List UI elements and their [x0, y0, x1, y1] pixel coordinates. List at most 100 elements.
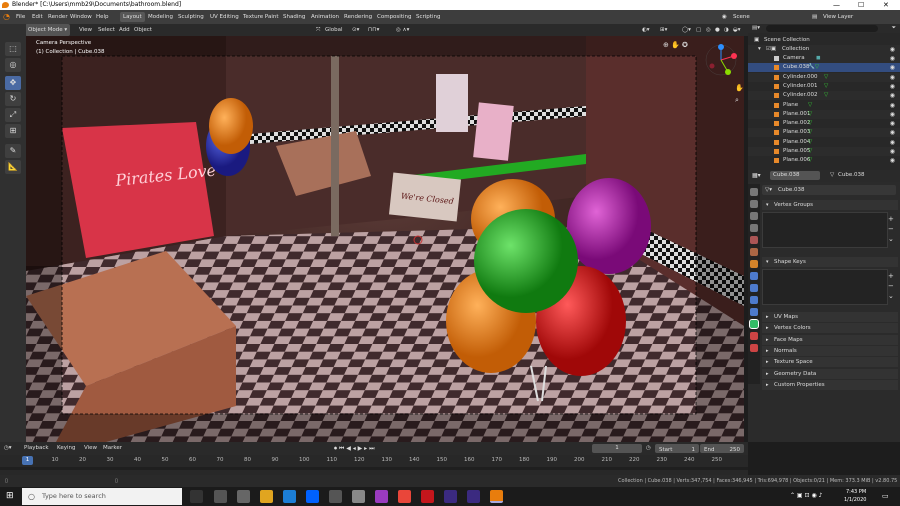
windows-start-icon[interactable]: ⊞ — [6, 491, 14, 501]
eye-icon[interactable]: ◉ — [890, 138, 895, 147]
gizmo-icon[interactable]: ⊞▾ — [660, 24, 667, 36]
scene-name[interactable]: Scene — [733, 10, 750, 24]
transform-tool-icon[interactable]: ⊞ — [5, 124, 21, 138]
eye-icon[interactable]: ◉ — [890, 128, 895, 137]
menu-edit[interactable]: Edit — [32, 10, 43, 24]
property-panel[interactable]: ▸ UV Maps — [762, 312, 898, 322]
close-button[interactable]: ✕ — [883, 0, 889, 10]
expand-icon[interactable]: ▾ — [758, 45, 761, 54]
tab-animation[interactable]: Animation — [308, 10, 342, 24]
tab-modeling[interactable]: Modeling — [145, 10, 176, 24]
tab-texture-paint[interactable]: Texture Paint — [240, 10, 282, 24]
shape-keys-list[interactable] — [762, 269, 888, 305]
playback-controls[interactable]: ⏺ ⏮ ◀ ◂ ▶ ▸ ⏭ — [334, 442, 375, 455]
minimize-button[interactable]: — — [833, 0, 840, 10]
outliner-editor-icon[interactable]: ▤▾ — [752, 24, 760, 33]
property-panel[interactable]: ▸ Normals — [762, 345, 898, 356]
eye-icon[interactable]: ◉ — [890, 101, 895, 110]
outliner-item[interactable]: Plane.005 ▽ ◉ — [748, 147, 900, 156]
physics-tab-icon[interactable] — [750, 296, 758, 304]
eye-icon[interactable]: ◉ — [890, 91, 895, 100]
menu-add[interactable]: Add — [119, 24, 130, 36]
eye-icon[interactable]: ◉ — [890, 54, 895, 63]
modifier-tab-icon[interactable] — [750, 272, 758, 280]
tool-tab-icon[interactable] — [750, 188, 758, 196]
mesh-data-icon[interactable]: 🔧▽ — [808, 63, 819, 72]
file-explorer-icon[interactable] — [260, 490, 273, 503]
premiere-icon[interactable] — [375, 490, 388, 503]
eye-icon[interactable]: ◉ — [890, 73, 895, 82]
vg-add-remove[interactable]: + − ⌄ — [888, 214, 894, 244]
app-icon-2[interactable] — [237, 490, 250, 503]
property-panel[interactable]: ▸ Custom Properties — [762, 379, 898, 390]
tab-scripting[interactable]: Scripting — [413, 10, 443, 24]
material-tab-icon[interactable] — [750, 332, 758, 340]
mesh-data-icon[interactable]: ▽ — [808, 119, 812, 128]
panel-shape-keys[interactable]: ▾ Shape Keys — [762, 257, 898, 267]
xray-icon[interactable]: ▢ — [696, 24, 701, 36]
edge-icon[interactable] — [283, 490, 296, 503]
after-effects-icon[interactable] — [444, 490, 457, 503]
mesh-data-icon[interactable]: ▽ — [808, 110, 812, 119]
start-frame-field[interactable]: Start 1 — [655, 444, 699, 453]
outliner-item[interactable]: Plane.004 ▽ ◉ — [748, 138, 900, 147]
app-icon-4[interactable] — [421, 490, 434, 503]
property-panel[interactable]: ▸ Texture Space — [762, 357, 898, 368]
mesh-data-icon[interactable]: ▽ — [824, 73, 828, 82]
outliner-item[interactable]: Cylinder.000 ▽ ◉ — [748, 72, 900, 82]
menu-view[interactable]: View — [79, 24, 92, 36]
view-layer-tab-icon[interactable] — [750, 224, 758, 232]
output-tab-icon[interactable] — [750, 212, 758, 220]
property-panel[interactable]: ▸ Face Maps — [762, 334, 898, 345]
sk-add-remove[interactable]: + − ⌄ — [888, 271, 894, 301]
shading-solid-icon[interactable]: ● — [715, 24, 720, 36]
outliner-item[interactable]: Plane.003 ▽ ◉ — [748, 128, 900, 138]
panel-vertex-groups[interactable]: ▾ Vertex Groups — [762, 200, 898, 210]
move-tool-icon[interactable]: ✥ — [5, 76, 21, 90]
tab-layout[interactable]: Layout — [120, 12, 145, 22]
clock-icon[interactable]: ◷ — [646, 442, 651, 455]
outliner-collection[interactable]: ▾ ☑▣ Collection ◉ — [748, 45, 900, 54]
properties-editor-icon[interactable]: ▦▾ — [752, 172, 761, 179]
menu-render[interactable]: Render — [48, 10, 68, 24]
scale-tool-icon[interactable]: ⤢ — [5, 108, 21, 122]
render-tab-icon[interactable] — [750, 200, 758, 208]
outliner-search-input[interactable] — [766, 25, 878, 32]
mode-dropdown[interactable]: Object Mode ▾ — [25, 24, 71, 36]
eye-icon[interactable]: ◉ — [890, 156, 895, 165]
end-frame-field[interactable]: End 250 — [700, 444, 744, 453]
proportional-edit-icon[interactable]: ◎ ∧▾ — [396, 24, 409, 36]
tab-rendering[interactable]: Rendering — [341, 10, 375, 24]
outliner-item[interactable]: Plane.002 ▽ ◉ — [748, 119, 900, 128]
menu-view-timeline[interactable]: View — [84, 442, 97, 455]
data-block-selector[interactable]: ▽▾ Cube.038 — [762, 185, 896, 195]
after-effects-icon-2[interactable] — [467, 490, 480, 503]
mesh-data-icon[interactable]: ▽ — [824, 82, 828, 91]
blender-menu-icon[interactable]: ◔ — [3, 10, 10, 24]
mesh-data-icon[interactable]: ▽ — [808, 101, 812, 110]
outliner-item[interactable]: Camera ◼ ◉ — [748, 54, 900, 63]
world-tab-icon[interactable] — [750, 248, 758, 256]
constraints-tab-icon[interactable] — [750, 308, 758, 316]
eye-icon[interactable]: ◉ — [890, 110, 895, 119]
menu-object[interactable]: Object — [134, 24, 152, 36]
task-view-icon[interactable] — [190, 490, 203, 503]
orientation-dropdown[interactable]: Global — [325, 24, 343, 36]
menu-select[interactable]: Select — [98, 24, 115, 36]
outliner-item[interactable]: Plane ▽ ◉ — [748, 101, 900, 110]
property-panel[interactable]: ▸ Vertex Colors — [762, 323, 898, 334]
timeline-editor-icon[interactable]: ◷▾ — [4, 442, 12, 455]
app-icon-3[interactable] — [352, 490, 365, 503]
camera-data-icon[interactable]: ◼ — [816, 54, 821, 63]
property-panel[interactable]: ▸ Geometry Data — [762, 368, 898, 379]
object-tab-icon[interactable] — [750, 260, 758, 268]
rotate-tool-icon[interactable]: ↻ — [5, 92, 21, 106]
maximize-button[interactable]: ☐ — [858, 0, 864, 10]
app-icon-1[interactable] — [214, 490, 227, 503]
snap-icon[interactable]: ⊓⊓▾ — [368, 24, 379, 36]
menu-file[interactable]: File — [16, 10, 25, 24]
mesh-data-icon[interactable]: ▽ — [824, 91, 828, 100]
3d-viewport[interactable]: Pirates Love We're Closed — [26, 36, 744, 442]
playhead[interactable]: 1 — [22, 456, 33, 465]
tab-shading[interactable]: Shading — [280, 10, 308, 24]
